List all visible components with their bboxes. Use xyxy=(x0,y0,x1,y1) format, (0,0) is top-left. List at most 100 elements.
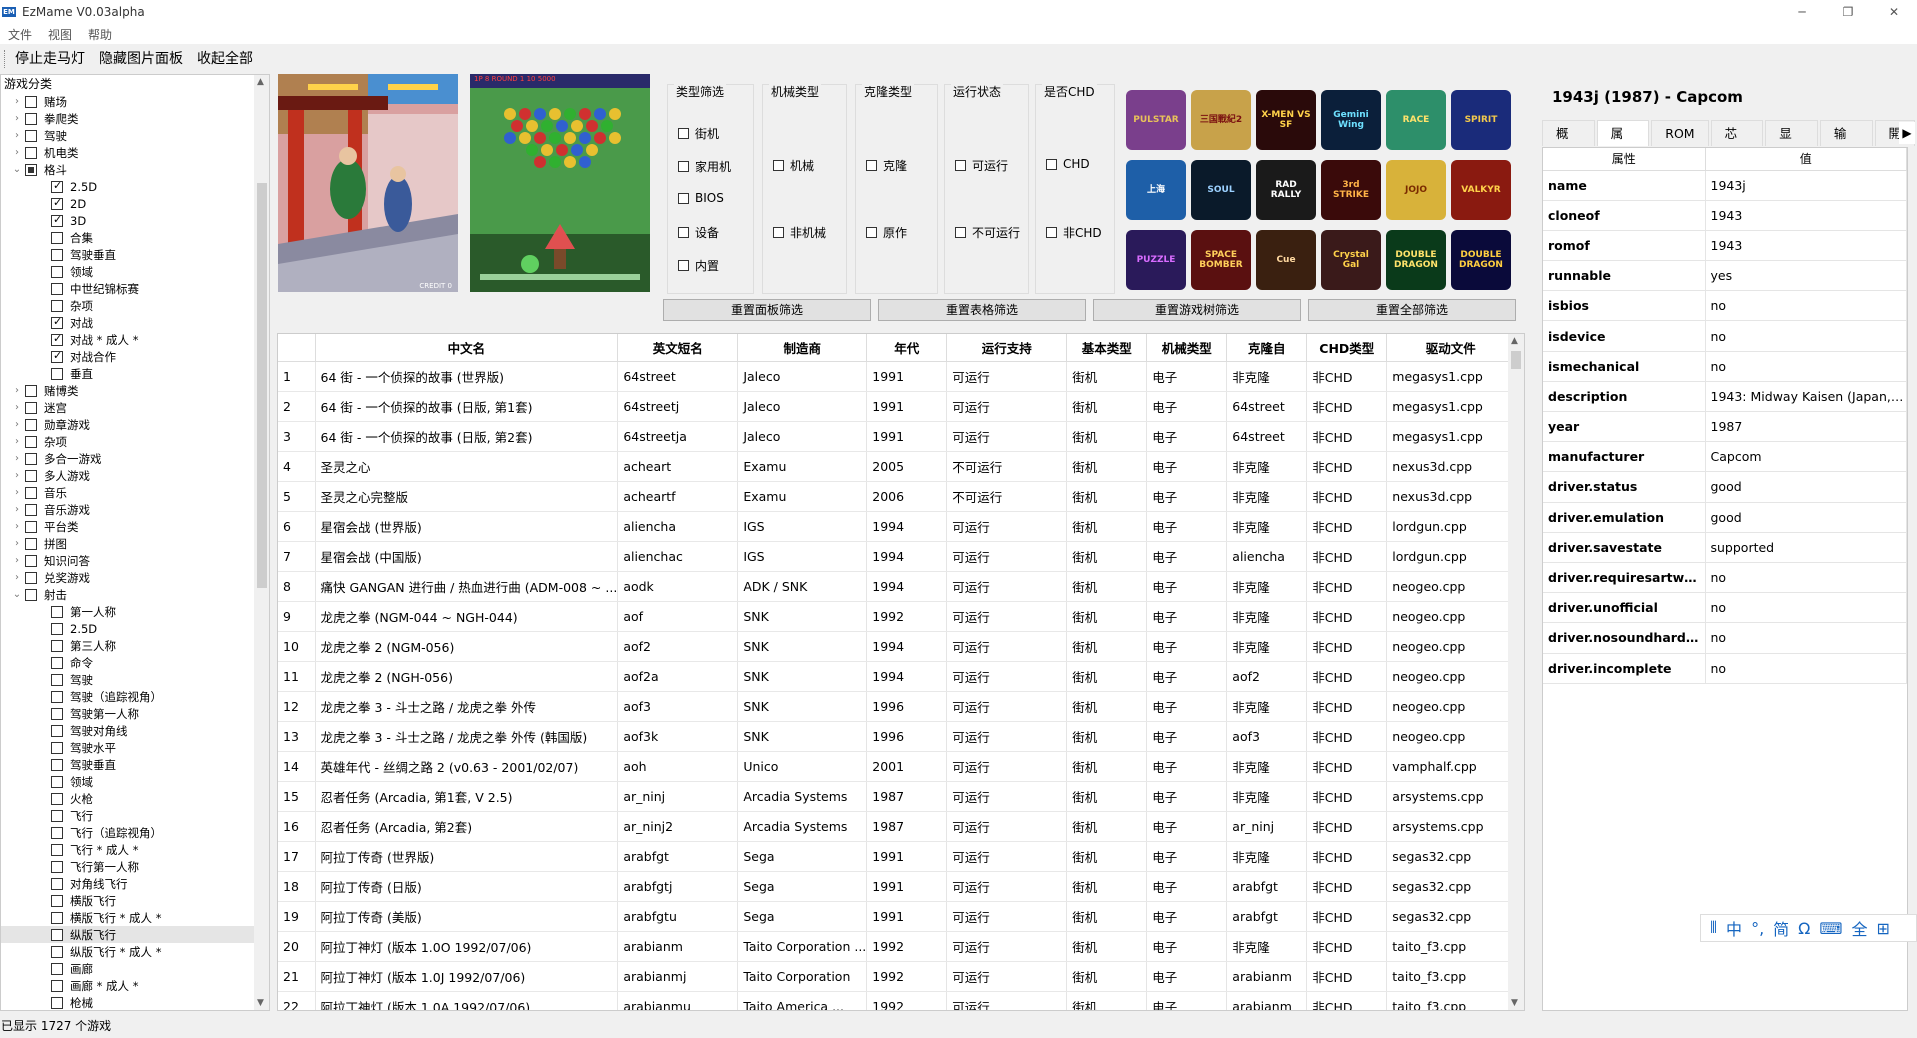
reset-all-filter-button[interactable]: 重置全部筛选 xyxy=(1308,299,1516,321)
tree-item[interactable]: 2D xyxy=(1,195,269,212)
tree-item-checkbox[interactable] xyxy=(51,860,63,873)
tree-item[interactable]: ⌄ 格斗 xyxy=(1,161,269,178)
filter-checkbox[interactable] xyxy=(773,227,784,238)
filter-option[interactable]: CHD xyxy=(1046,157,1090,171)
game-thumbnail[interactable]: Cue xyxy=(1256,230,1316,290)
tree-item-checkbox[interactable] xyxy=(25,554,37,567)
tree-item-checkbox[interactable] xyxy=(51,996,63,1009)
tree-item[interactable]: 画廊 xyxy=(1,960,269,977)
tree-item[interactable]: 驾驶 xyxy=(1,671,269,688)
property-row[interactable]: driver.emulation good xyxy=(1543,502,1907,533)
property-row[interactable]: cloneof 1943 xyxy=(1543,200,1907,231)
tree-item-checkbox[interactable] xyxy=(25,418,37,431)
filter-checkbox[interactable] xyxy=(773,160,784,171)
table-row[interactable]: 8 痛快 GANGAN 进行曲 / 热血进行曲 (ADM-008 ~ ... aod… xyxy=(278,571,1516,602)
tree-item[interactable]: 枪械 xyxy=(1,994,269,1010)
tree-item[interactable]: 2.5D xyxy=(1,620,269,637)
tree-item[interactable]: › 机电类 xyxy=(1,144,269,161)
tree-item[interactable]: 飞行 xyxy=(1,807,269,824)
table-row[interactable]: 5 圣灵之心完整版 acheartf Examu 2006 不可运行 街机 电子 非克隆 非CHD… xyxy=(278,481,1516,512)
tree-item[interactable]: 驾驶（追踪视角） xyxy=(1,688,269,705)
tree-item[interactable]: › 知识问答 xyxy=(1,552,269,569)
chinese-mode-icon[interactable]: 中 xyxy=(1726,916,1742,940)
tree-item[interactable]: 飞行第一人称 xyxy=(1,858,269,875)
scroll-down-icon[interactable]: ▼ xyxy=(257,998,264,1008)
tree-item[interactable]: 驾驶水平 xyxy=(1,739,269,756)
tree-item-checkbox[interactable] xyxy=(51,741,63,754)
expand-arrow-icon[interactable]: › xyxy=(11,402,23,413)
expand-arrow-icon[interactable]: › xyxy=(11,453,23,464)
tree-item-checkbox[interactable] xyxy=(51,758,63,771)
tree-item-checkbox[interactable] xyxy=(51,690,63,703)
tree-item[interactable]: › 平台类 xyxy=(1,518,269,535)
table-row[interactable]: 7 星宿会战 (中国版) alienchac IGS 1994 可运行 街机 电子 alienc… xyxy=(278,541,1516,572)
expand-arrow-icon[interactable]: › xyxy=(11,504,23,515)
table-scroll-down-icon[interactable]: ▼ xyxy=(1511,998,1518,1008)
tree-item-checkbox[interactable] xyxy=(51,928,63,941)
game-thumbnail[interactable]: X-MEN VS SF xyxy=(1256,90,1316,150)
table-row[interactable]: 2 64 街 - 一个侦探的故事 (日版, 第1套) 64streetj Jaleco… xyxy=(278,391,1516,422)
game-thumbnail[interactable]: JOJO xyxy=(1386,160,1446,220)
table-row[interactable]: 17 阿拉丁传奇 (世界版) arabfgt Sega 1991 可运行 街机 电子 非克隆 非C… xyxy=(278,841,1516,872)
filter-option[interactable]: BIOS xyxy=(678,191,724,205)
detail-tab[interactable]: 芯片 xyxy=(1710,120,1764,167)
tree-item-checkbox[interactable] xyxy=(25,520,37,533)
grid-icon[interactable]: ⊞ xyxy=(1877,919,1890,938)
column-header[interactable]: CHD类型 xyxy=(1306,334,1388,362)
table-scrollbar[interactable]: ▲ ▼ xyxy=(1508,334,1524,1010)
property-row[interactable]: manufacturer Capcom xyxy=(1543,441,1907,473)
expand-arrow-icon[interactable]: › xyxy=(11,538,23,549)
filter-checkbox[interactable] xyxy=(678,227,689,238)
tree-item-checkbox[interactable] xyxy=(25,588,37,601)
table-row[interactable]: 9 龙虎之拳 (NGM-044 ~ NGH-044) aof SNK 1992 可运行 街机… xyxy=(278,601,1516,632)
table-row[interactable]: 21 阿拉丁神灯 (版本 1.0J 1992/07/06) arabianmj Tai… xyxy=(278,961,1516,992)
table-scroll-thumb[interactable] xyxy=(1511,351,1521,369)
property-row[interactable]: driver.unofficial no xyxy=(1543,592,1907,624)
tree-item[interactable]: › 拼图 xyxy=(1,535,269,552)
game-thumbnail[interactable]: SPIRIT xyxy=(1451,90,1511,150)
tree-item-checkbox[interactable] xyxy=(51,877,63,890)
expand-arrow-icon[interactable]: › xyxy=(11,436,23,447)
tree-item-checkbox[interactable] xyxy=(51,656,63,669)
column-header[interactable]: 运行支持 xyxy=(946,334,1068,362)
tree-item[interactable]: 飞行 * 成人 * xyxy=(1,841,269,858)
menu-file[interactable]: 文件 xyxy=(0,24,40,44)
filter-option[interactable]: 非机械 xyxy=(773,224,826,241)
minimize-button[interactable]: ─ xyxy=(1779,0,1825,24)
table-row[interactable]: 15 忍者任务 (Arcadia, 第1套, V 2.5) ar_ninj Arcad… xyxy=(278,781,1516,812)
tree-item[interactable]: 合集 xyxy=(1,229,269,246)
column-header[interactable]: 驱动文件 xyxy=(1386,334,1516,362)
game-table[interactable]: 中文名 英文短名 制造商 年代 运行支持 基本类型 机械类型 克隆自 CHD类型 驱动文件 1 64… xyxy=(277,333,1525,1011)
menu-help[interactable]: 帮助 xyxy=(80,24,120,44)
property-row[interactable]: driver.nosoundhardware no xyxy=(1543,622,1907,654)
close-button[interactable]: ✕ xyxy=(1871,0,1917,24)
tree-item-checkbox[interactable] xyxy=(51,315,63,329)
property-row[interactable]: isdevice no xyxy=(1543,320,1907,352)
tree-scrollbar[interactable]: ▲ ▼ xyxy=(254,75,269,1010)
tree-item-checkbox[interactable] xyxy=(51,299,63,312)
tree-item-checkbox[interactable] xyxy=(25,401,37,414)
tree-item[interactable]: › 勋章游戏 xyxy=(1,416,269,433)
game-thumbnail[interactable]: SPACE BOMBER xyxy=(1191,230,1251,290)
tree-item-checkbox[interactable] xyxy=(51,282,63,295)
tree-item-checkbox[interactable] xyxy=(51,332,63,346)
tree-item[interactable]: › 音乐游戏 xyxy=(1,501,269,518)
column-header[interactable]: 克隆自 xyxy=(1226,334,1308,362)
tree-item[interactable]: 横版飞行 xyxy=(1,892,269,909)
tree-item-checkbox[interactable] xyxy=(25,571,37,584)
table-row[interactable]: 22 阿拉丁神灯 (版本 1.0A 1992/07/06) arabianmu Tai… xyxy=(278,991,1516,1010)
tree-item[interactable]: 对战合作 xyxy=(1,348,269,365)
tree-item-checkbox[interactable] xyxy=(25,452,37,465)
tree-item[interactable]: 飞行（追踪视角） xyxy=(1,824,269,841)
detail-tab[interactable]: 属性 xyxy=(1596,120,1650,167)
table-row[interactable]: 18 阿拉丁传奇 (日版) arabfgtj Sega 1991 可运行 街机 电子 arabf… xyxy=(278,871,1516,902)
table-row[interactable]: 11 龙虎之拳 2 (NGH-056) aof2a SNK 1994 可运行 街机 电子 aof… xyxy=(278,661,1516,692)
detail-tab[interactable]: ROM xyxy=(1651,120,1709,146)
expand-arrow-icon[interactable]: › xyxy=(11,113,23,124)
tree-item-checkbox[interactable] xyxy=(25,95,37,108)
filter-option[interactable]: 可运行 xyxy=(955,157,1008,174)
tree-item-checkbox[interactable] xyxy=(51,911,63,924)
tree-item[interactable]: 纵版飞行 * 成人 * xyxy=(1,943,269,960)
symbol-icon[interactable]: Ω xyxy=(1798,919,1810,938)
tree-item-checkbox[interactable] xyxy=(51,367,63,380)
